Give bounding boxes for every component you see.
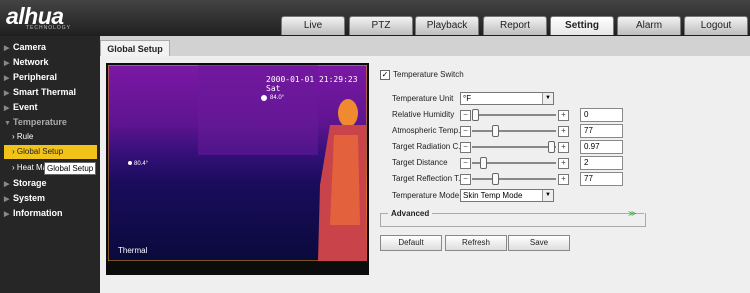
humidity-slider-thumb[interactable]: [472, 109, 479, 121]
default-button[interactable]: Default: [380, 235, 442, 251]
sidebar-item-information[interactable]: ▶ Information: [4, 208, 63, 218]
chevron-right-icon: ▶: [4, 45, 10, 52]
chevron-down-icon: ▼: [542, 93, 553, 104]
person-highlight: [330, 135, 360, 225]
sidebar-item-peripheral[interactable]: ▶ Peripheral: [4, 72, 57, 82]
target-distance-label: Target Distance: [392, 158, 448, 167]
target-radiation-slider-thumb[interactable]: [547, 141, 555, 153]
humidity-label: Relative Humidity: [392, 110, 455, 119]
target-distance-minus-button[interactable]: −: [460, 158, 471, 169]
video-channel-label: Thermal: [118, 246, 148, 255]
humidity-slider-track[interactable]: [472, 114, 556, 116]
page-tab-global-setup[interactable]: Global Setup: [100, 40, 170, 57]
target-radiation-minus-button[interactable]: −: [460, 142, 471, 153]
chevron-right-icon: ›: [12, 132, 15, 141]
atmospheric-temp-plus-button[interactable]: +: [558, 126, 569, 137]
chevron-right-icon: ▶: [4, 105, 10, 112]
tab-ptz[interactable]: PTZ: [349, 16, 413, 35]
sidebar-item-storage[interactable]: ▶ Storage: [4, 178, 47, 188]
chevron-right-icon: ›: [12, 163, 15, 172]
chevron-right-icon: ▶: [4, 90, 10, 97]
tab-playback[interactable]: Playback: [415, 16, 479, 35]
sidebar-sub-rule[interactable]: › Rule: [12, 132, 33, 141]
humidity-plus-button[interactable]: +: [558, 110, 569, 121]
target-reflection-minus-button[interactable]: −: [460, 174, 471, 185]
sidebar-item-event[interactable]: ▶ Event: [4, 102, 38, 112]
refresh-button[interactable]: Refresh: [445, 235, 507, 251]
cold-spot-label: 80.4°: [134, 161, 149, 167]
save-button[interactable]: Save: [508, 235, 570, 251]
video-timestamp: 2000-01-01 21:29:23 Sat: [266, 75, 358, 93]
temperature-mode-select[interactable]: Skin Temp Mode ▼: [460, 189, 554, 202]
chevron-down-icon: ▼: [542, 190, 553, 201]
atmospheric-temp-slider-track[interactable]: [472, 130, 556, 132]
sidebar-sub-global-setup[interactable]: › Global Setup: [4, 145, 97, 159]
hot-spot-marker: [261, 95, 267, 101]
hot-spot-label: 84.0°: [270, 95, 285, 101]
brand-subtitle: TECHNOLOGY: [26, 25, 72, 31]
tab-report[interactable]: Report: [483, 16, 547, 35]
tab-setting[interactable]: Setting: [550, 16, 614, 35]
chevron-right-icon: ›: [12, 147, 15, 156]
thermal-video-frame: 2000-01-01 21:29:23 Sat 84.0° 80.4° Ther…: [106, 63, 369, 275]
temperature-mode-label: Temperature Mode: [392, 191, 460, 200]
chevron-right-icon: ▶: [4, 60, 10, 67]
atmospheric-temp-minus-button[interactable]: −: [460, 126, 471, 137]
temperature-unit-label: Temperature Unit: [392, 94, 454, 103]
humidity-input[interactable]: 0: [580, 108, 623, 122]
chevron-down-icon: ▼: [4, 120, 11, 127]
sidebar-item-temperature[interactable]: ▼ Temperature: [4, 117, 67, 127]
target-reflection-input[interactable]: 77: [580, 172, 623, 186]
temperature-unit-select[interactable]: °F ▼: [460, 92, 554, 105]
temperature-switch-checkbox[interactable]: ✓: [380, 70, 390, 80]
thermal-image: 2000-01-01 21:29:23 Sat 84.0° 80.4° Ther…: [108, 65, 367, 261]
atmospheric-temp-label: Atmospheric Temp...: [392, 126, 465, 135]
tab-alarm[interactable]: Alarm: [617, 16, 681, 35]
atmospheric-temp-slider-thumb[interactable]: [491, 125, 499, 137]
sidebar-item-smart-thermal[interactable]: ▶ Smart Thermal: [4, 87, 76, 97]
top-bar: alhua TECHNOLOGY Live PTZ Playback Repor…: [0, 0, 750, 36]
target-reflection-slider-track[interactable]: [472, 178, 556, 180]
person-head: [338, 99, 358, 127]
target-reflection-slider-thumb[interactable]: [491, 173, 499, 185]
target-reflection-label: Target Reflection T...: [392, 174, 465, 183]
target-radiation-input[interactable]: 0.97: [580, 140, 623, 154]
cold-spot-marker: [128, 161, 132, 165]
chevron-right-icon: ▶: [4, 196, 10, 203]
tab-logout[interactable]: Logout: [684, 16, 748, 35]
chevron-right-icon: ▶: [4, 181, 10, 188]
sidebar-item-system[interactable]: ▶ System: [4, 193, 45, 203]
tooltip: Global Setup: [44, 162, 97, 175]
tab-live[interactable]: Live: [281, 16, 345, 35]
target-radiation-plus-button[interactable]: +: [558, 142, 569, 153]
target-distance-plus-button[interactable]: +: [558, 158, 569, 169]
expand-icon[interactable]: ≫: [628, 209, 636, 218]
target-reflection-plus-button[interactable]: +: [558, 174, 569, 185]
target-distance-slider-thumb[interactable]: [479, 157, 487, 169]
chevron-right-icon: ▶: [4, 211, 10, 218]
atmospheric-temp-input[interactable]: 77: [580, 124, 623, 138]
chevron-right-icon: ▶: [4, 75, 10, 82]
target-distance-input[interactable]: 2: [580, 156, 623, 170]
sidebar-item-camera[interactable]: ▶ Camera: [4, 42, 46, 52]
sidebar-item-network[interactable]: ▶ Network: [4, 57, 49, 67]
temperature-switch-label: Temperature Switch: [393, 70, 464, 79]
advanced-label[interactable]: Advanced: [388, 209, 433, 218]
target-radiation-slider-track[interactable]: [472, 146, 556, 148]
humidity-minus-button[interactable]: −: [460, 110, 471, 121]
target-radiation-label: Target Radiation C...: [392, 142, 465, 151]
